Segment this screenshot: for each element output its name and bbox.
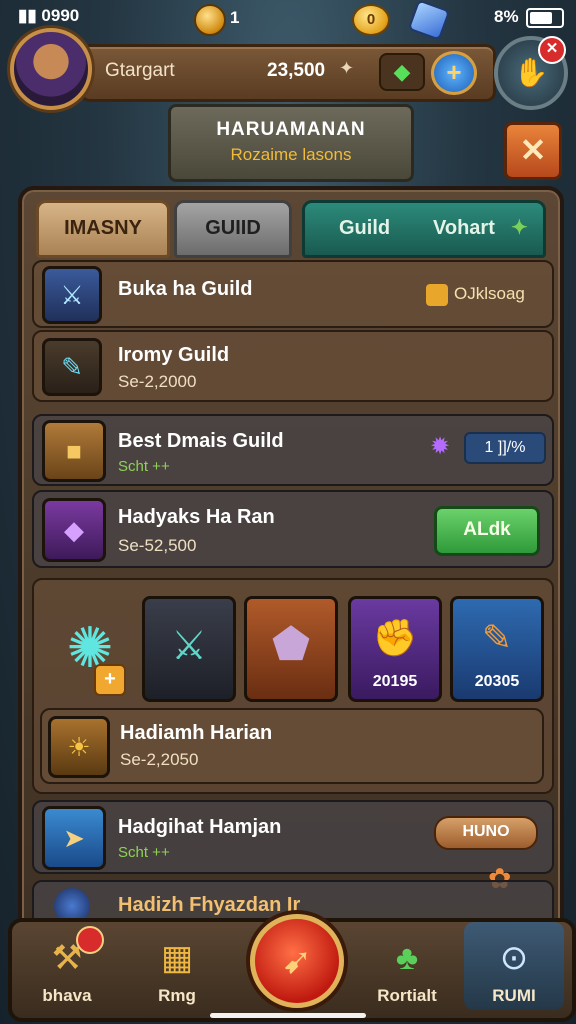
guild-badge-text: OJklsoag (454, 284, 525, 303)
list-item[interactable]: ➤ Hadgihat Hamjan Scht ++ HUNO (32, 800, 554, 874)
item-tile-shield[interactable]: ⬟ (244, 596, 338, 702)
add-item-button[interactable]: + (94, 664, 126, 696)
magic-sword-icon: ⚔ (42, 266, 102, 324)
item-tile-scroll[interactable]: ✎ 20305 (450, 596, 544, 702)
arrowhead-icon: ➤ (42, 806, 106, 870)
list-item[interactable]: ■ Best Dmais Guild Scht ++ ✹ 1 ]]/% (32, 414, 554, 486)
potion-carrot-icon: ♣ (395, 939, 419, 977)
nav-item-bhava[interactable]: ⚒ bhava (12, 922, 122, 1018)
join-guild-button[interactable]: ALdk (434, 506, 540, 556)
page-subtitle: Rozaime lasons (230, 145, 352, 164)
guild-name: Best Dmais Guild (118, 430, 284, 452)
guild-percent-badge: 1 ]]/% (464, 432, 546, 464)
guild-score: Se-52,500 (118, 536, 197, 555)
sparkle-icon: ✦ (339, 58, 355, 78)
coin-icon: 0 (352, 4, 390, 36)
tab-guild-vohart[interactable]: Guild Vohart ✦ (302, 200, 546, 258)
tab-imasny[interactable]: IMASNY (36, 200, 170, 258)
green-gem-button[interactable]: ◆ (379, 53, 425, 91)
gauntlet-icon: ✊ (372, 617, 418, 658)
guild-rating: Scht ++ (118, 844, 170, 861)
page-title: HARUAMANAN (216, 119, 366, 140)
home-indicator (210, 1013, 366, 1018)
notification-close-badge[interactable]: ✕ (538, 36, 566, 64)
tab3-label-guild: Guild (339, 217, 391, 239)
player-name: Gtargart (105, 60, 175, 81)
list-item[interactable]: ⚔ Buka ha Guild OJklsoag (32, 260, 554, 328)
add-currency-button[interactable]: + (431, 51, 477, 95)
list-item[interactable]: ◆ Hadyaks Ha Ran Se-52,500 ALdk (32, 490, 554, 568)
tab3-label-vohart: Vohart (433, 217, 495, 239)
bottom-nav: ⚒ bhava ▦ Rmg ➹ ♣ Rortialt ⊙ RUMI (8, 914, 576, 1022)
player-bar: Gtargart 23,500 ✦ ◆ + (80, 44, 496, 102)
player-score: 23,500 (267, 60, 326, 81)
nav-item-rortialt[interactable]: ♣ Rortialt (352, 922, 462, 1018)
treasure-box-icon: ■ (42, 420, 106, 482)
nav-item-rumi[interactable]: ⊙ RUMI (464, 922, 564, 1010)
treasure-chest-icon: ▦ (160, 939, 194, 977)
list-item[interactable]: ✎ Iromy Guild Se-2,2000 (32, 330, 554, 402)
wand-icon: ✎ (42, 338, 102, 396)
guild-name: Hadiamh Harian (120, 722, 273, 744)
battle-button[interactable]: ➹ (250, 914, 344, 1008)
item-tile-spear[interactable]: ⚔ (142, 596, 236, 702)
guild-name: Iromy Guild (118, 344, 230, 366)
nav-label: Rortialt (377, 986, 437, 1005)
search-icon: ⊙ (499, 939, 529, 977)
signal-time: ▮▮ 0990 (18, 6, 80, 25)
guild-score: Se-2,2000 (118, 372, 197, 391)
nav-label: Rmg (158, 986, 196, 1005)
nav-label: RUMI (492, 986, 536, 1005)
spear-icon: ⚔ (171, 624, 207, 668)
guild-name: Buka ha Guild (118, 278, 253, 300)
alert-badge (76, 926, 104, 954)
guild-rating: Scht ++ (118, 458, 170, 475)
potion-icon (407, 0, 451, 41)
scroll-icon: ✎ (481, 617, 513, 658)
sun-medal-icon: ☀ (48, 716, 110, 778)
leaf-icon: ✦ (511, 217, 528, 239)
status-bar: ▮▮ 0990 1 0 8% (0, 0, 576, 41)
tile-count: 20305 (474, 673, 520, 690)
battery-percent: 8% (494, 7, 519, 26)
gear-flower-icon: ✹ (430, 433, 451, 460)
tile-count: 20195 (372, 673, 418, 690)
crystal-icon: ◆ (42, 498, 106, 562)
guild-score: Se-2,2050 (120, 750, 199, 769)
item-tile-gauntlet[interactable]: ✊ 20195 (348, 596, 442, 702)
guild-name: Hadyaks Ha Ran (118, 506, 275, 528)
list-item[interactable]: ☀ Hadiamh Harian Se-2,2050 (40, 708, 544, 784)
nav-label: bhava (42, 986, 92, 1005)
shield-icon: ⬟ (271, 620, 311, 669)
guild-name: Hadizh Fhyazdan Ir (118, 894, 301, 916)
battery-icon (526, 8, 564, 28)
title-plaque: HARUAMANAN Rozaime lasons (168, 104, 414, 182)
tab-guild[interactable]: GUIID (174, 200, 292, 258)
player-avatar[interactable] (10, 28, 92, 110)
items-section: ✺ + ⚔ ⬟ ✊ 20195 ✎ 20305 ☀ Hadiamh Harian… (32, 578, 554, 794)
guild-action-button[interactable]: HUNO (434, 816, 538, 850)
guild-panel: IMASNY GUIID Guild Vohart ✦ ⚔ Buka ha Gu… (18, 186, 564, 934)
nav-item-rmg[interactable]: ▦ Rmg (122, 922, 232, 1018)
gem-count: 1 (230, 8, 240, 27)
guild-name: Hadgihat Hamjan (118, 816, 282, 838)
gem-currency-icon (194, 4, 226, 36)
close-button[interactable]: ✕ (504, 122, 562, 180)
gold-badge-icon (426, 284, 448, 306)
